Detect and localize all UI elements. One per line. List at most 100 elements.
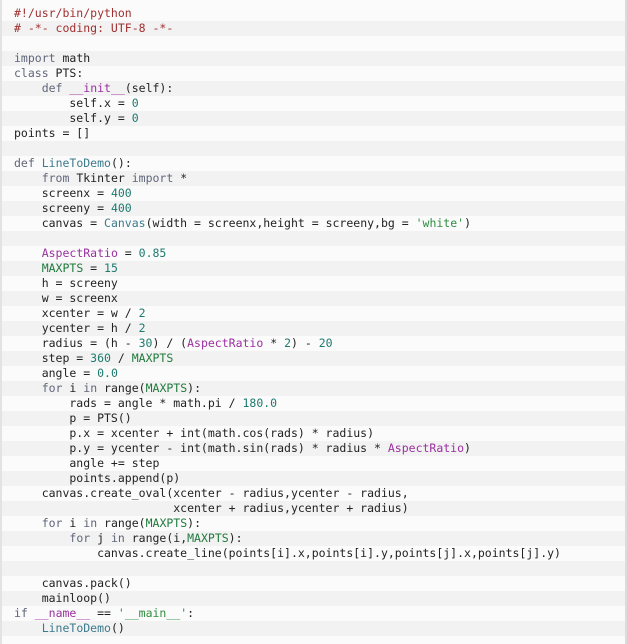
code-token-keyword: for [41,516,63,530]
code-token-keyword: class [14,66,49,80]
code-line: def LineToDemo(): [2,156,625,171]
code-token-plain: ) - [291,336,319,350]
code-token-var: AspectRatio [387,441,465,455]
code-token-plain: points = [] [14,126,91,140]
code-token-plain: screenx = [14,186,111,200]
code-token-keyword: def [41,81,63,95]
code-token-keyword: for [69,531,91,545]
code-token-func: LineToDemo [41,156,111,170]
code-token-number: 2 [138,321,146,335]
code-token-number: 360 [90,351,111,365]
code-line: class PTS: [2,66,625,81]
code-token-keyword: if [14,606,28,620]
code-line: def __init__(self): [2,81,625,96]
code-token-plain: p.x = xcenter + int(math.cos(rads) * rad… [14,426,375,440]
code-line: p = PTS() [2,411,625,426]
code-token-dunder: __name__ [34,606,91,620]
code-token-const: MAXPTS [145,381,188,395]
code-token-plain: * [173,171,188,185]
code-line: canvas.create_line(points[i].x,points[i]… [2,546,625,561]
code-line: canvas.create_oval(xcenter - radius,ycen… [2,486,625,501]
code-token-const: MAXPTS [41,261,84,275]
code-token-plain: * [263,336,285,350]
code-line: from Tkinter import * [2,171,625,186]
code-line: ​ [2,36,625,51]
code-line: canvas = Canvas(width = screenx,height =… [2,216,625,231]
code-token-plain: self.x = [14,96,132,110]
code-line: ​ [2,561,625,576]
code-token-plain: screeny = [14,201,111,215]
code-token-plain: ): [187,516,201,530]
code-token-plain: () [110,621,125,635]
code-token-plain: xcenter + radius,ycenter + radius) [14,501,409,515]
code-token-number: 15 [104,261,118,275]
code-token-plain: i [62,381,84,395]
code-line: ​ [2,231,625,246]
code-token-plain: j [90,531,111,545]
code-token-keyword: in [83,381,98,395]
code-token-plain: i [62,516,84,530]
code-token-keyword: in [83,516,98,530]
code-token-plain: rads = angle * math.pi / [14,396,243,410]
code-token-number: 400 [110,201,132,215]
code-token-plain: ) [464,216,471,230]
code-line: for i in range(MAXPTS): [2,516,625,531]
code-line: w = screenx [2,291,625,306]
code-line: canvas.pack() [2,576,625,591]
code-line: MAXPTS = 15 [2,261,625,276]
code-token-plain: PTS: [48,66,84,80]
code-line: xcenter = w / 2 [2,306,625,321]
code-line: AspectRatio = 0.85 [2,246,625,261]
code-line: ycenter = h / 2 [2,321,625,336]
code-body: #!/usr/bin/python # -*- coding: UTF-8 -*-… [2,6,625,636]
code-line: self.y = 0 [2,111,625,126]
code-token-plain: step = [14,351,91,365]
code-token-const: MAXPTS [131,351,174,365]
code-line: screenx = 400 [2,186,625,201]
code-token-plain: range(i, [124,531,188,545]
code-line: LineToDemo() [2,621,625,636]
code-token-plain: = [83,261,105,275]
code-line: rads = angle * math.pi / 180.0 [2,396,625,411]
code-token-plain: w = screenx [14,291,118,305]
code-token-keyword: import [131,171,174,185]
code-token-plain: canvas.create_line(points[i].x,points[i]… [14,546,561,560]
code-token-keyword: def [14,156,35,170]
code-line: for j in range(i,MAXPTS): [2,531,625,546]
code-token-number: 0 [131,96,139,110]
code-token-plain: p.y = ycenter - int(math.sin(rads) * rad… [14,441,388,455]
code-token-var: AspectRatio [187,336,264,350]
code-token-plain: : [187,606,195,620]
code-line: # -*- coding: UTF-8 -*- [2,21,625,36]
code-token-number: 0.85 [138,246,167,260]
code-token-plain: points.append(p) [14,471,181,485]
code-line: xcenter + radius,ycenter + radius) [2,501,625,516]
code-token-plain: range( [97,381,146,395]
code-token-number: 0 [131,111,139,125]
code-token-number: 2 [284,336,291,350]
code-line: #!/usr/bin/python [2,6,625,21]
code-token-number: 30 [138,336,153,350]
code-token-plain: self.y = [14,111,132,125]
code-token-const: MAXPTS [145,516,188,530]
code-line: mainloop() [2,591,625,606]
code-token-plain: ) [464,441,471,455]
code-token-plain: = [117,246,139,260]
code-token-string: 'white' [415,216,465,230]
code-token-plain: ): [187,381,201,395]
code-token-func: LineToDemo [41,621,111,635]
code-token-plain: == [90,606,118,620]
code-token-number: 20 [318,336,333,350]
code-token-number: 0.0 [97,366,118,380]
code-token-number: 400 [110,186,132,200]
code-line: radius = (h - 30) / (AspectRatio * 2) - … [2,336,625,351]
code-token-plain: ) / ( [152,336,188,350]
code-line: points = [] [2,126,625,141]
code-token-comment: #!/usr/bin/python [14,6,132,20]
code-token-plain: p = PTS() [14,411,132,425]
